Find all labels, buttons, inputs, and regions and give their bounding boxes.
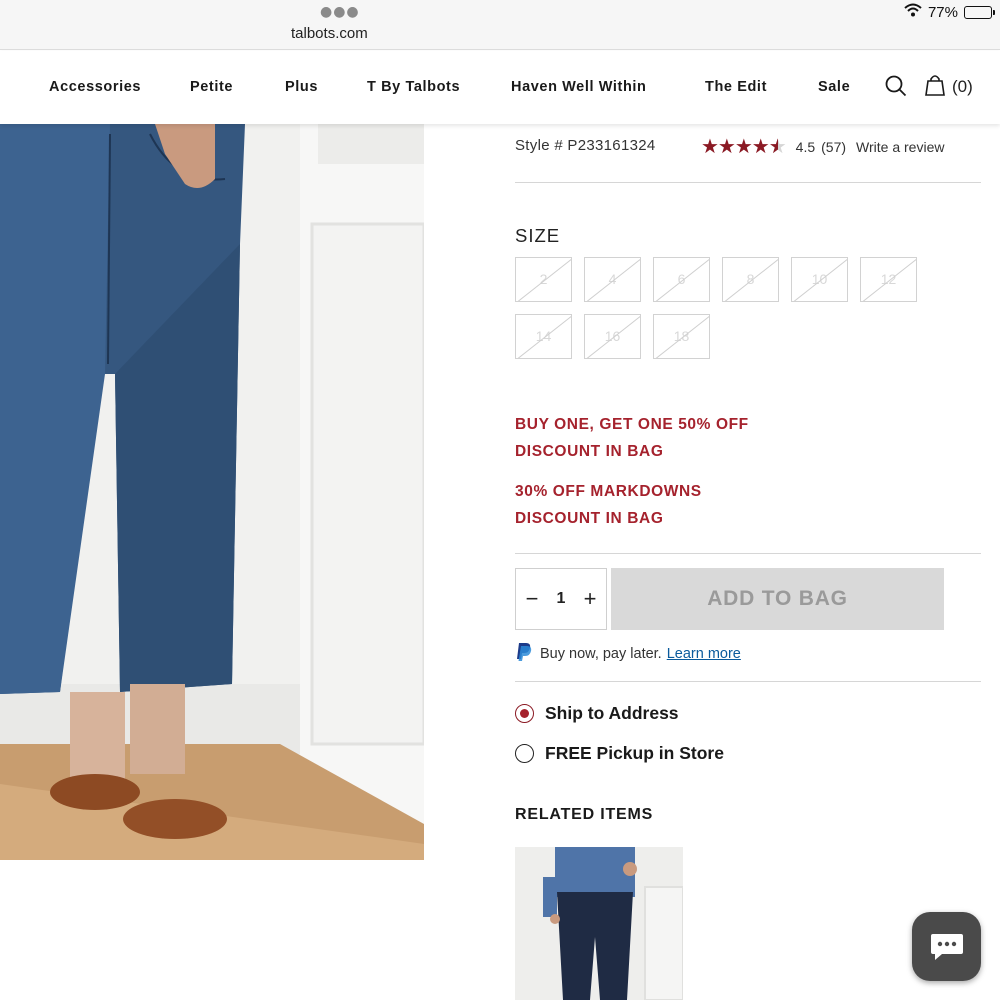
- shopping-bag-icon[interactable]: [923, 73, 947, 101]
- size-option-4[interactable]: 4: [584, 257, 641, 302]
- battery-percent: 77%: [927, 3, 958, 21]
- nav-item-haven-well-within[interactable]: Haven Well Within: [511, 79, 646, 95]
- nav-item-accessories[interactable]: Accessories: [49, 79, 141, 95]
- pickup-in-store-option[interactable]: FREE Pickup in Store: [515, 743, 724, 764]
- status-bar: 77%: [904, 3, 995, 21]
- promo-line: DISCOUNT IN BAG: [515, 510, 664, 527]
- size-option-16[interactable]: 16: [584, 314, 641, 359]
- nav-item-petite[interactable]: Petite: [190, 79, 233, 95]
- quantity-stepper: − 1 +: [515, 568, 607, 630]
- promo-bogo: BUY ONE, GET ONE 50% OFF DISCOUNT IN BAG: [515, 411, 749, 465]
- promo-line: DISCOUNT IN BAG: [515, 443, 664, 460]
- rating-summary: ★★★★★ ★ 4.5 (57) Write a review: [701, 134, 944, 159]
- learn-more-link[interactable]: Learn more: [667, 646, 741, 662]
- size-option-12[interactable]: 12: [860, 257, 917, 302]
- product-photo-jeans: [0, 124, 424, 860]
- style-number: Style # P233161324: [515, 137, 656, 154]
- address-bar-url[interactable]: talbots.com: [291, 25, 368, 42]
- promo-line: 30% OFF MARKDOWNS: [515, 483, 702, 500]
- chat-button[interactable]: [912, 912, 981, 981]
- divider: [515, 681, 981, 682]
- unavailable-slash: [724, 258, 778, 301]
- unavailable-slash: [586, 258, 640, 301]
- decrease-quantity-button[interactable]: −: [524, 586, 540, 612]
- size-option-10[interactable]: 10: [791, 257, 848, 302]
- battery-icon: [964, 5, 995, 19]
- ship-to-address-radio[interactable]: [515, 704, 534, 723]
- paypal-text: Buy now, pay later.: [540, 646, 662, 662]
- related-items-title: RELATED ITEMS: [515, 806, 654, 823]
- related-item-thumbnail[interactable]: [515, 847, 683, 1000]
- related-item-photo: [515, 847, 683, 1000]
- wifi-icon: [904, 3, 922, 21]
- paypal-icon: [515, 642, 532, 666]
- unavailable-slash: [793, 258, 847, 301]
- unavailable-slash: [655, 258, 709, 301]
- star-rating-icon[interactable]: ★★★★★ ★: [701, 134, 787, 159]
- pickup-in-store-label: FREE Pickup in Store: [545, 743, 724, 763]
- paypal-banner: Buy now, pay later. Learn more: [515, 642, 741, 666]
- chat-icon: [930, 933, 963, 960]
- increase-quantity-button[interactable]: +: [582, 586, 598, 612]
- ship-to-address-option[interactable]: Ship to Address: [515, 703, 679, 724]
- add-to-bag-button[interactable]: ADD TO BAG: [611, 568, 944, 630]
- promo-line: BUY ONE, GET ONE 50% OFF: [515, 416, 749, 433]
- size-option-6[interactable]: 6: [653, 257, 710, 302]
- bag-count[interactable]: (0): [952, 77, 973, 97]
- unavailable-slash: [862, 258, 916, 301]
- unavailable-slash: [655, 315, 709, 358]
- size-option-18[interactable]: 18: [653, 314, 710, 359]
- nav-item-plus[interactable]: Plus: [285, 79, 318, 95]
- tab-handle-icon[interactable]: ●●●: [320, 4, 360, 20]
- size-option-14[interactable]: 14: [515, 314, 572, 359]
- size-label: SIZE: [515, 225, 561, 246]
- product-image[interactable]: [0, 124, 424, 860]
- browser-chrome: ●●● talbots.com 77%: [0, 0, 1000, 50]
- size-option-8[interactable]: 8: [722, 257, 779, 302]
- nav-item-t-by-talbots[interactable]: T By Talbots: [367, 79, 460, 95]
- ship-to-address-label: Ship to Address: [545, 703, 679, 723]
- divider: [515, 182, 981, 183]
- rating-value: 4.5: [795, 138, 816, 155]
- unavailable-slash: [517, 258, 571, 301]
- write-review-link[interactable]: Write a review: [856, 139, 944, 155]
- promo-markdowns: 30% OFF MARKDOWNS DISCOUNT IN BAG: [515, 478, 702, 532]
- nav-item-sale[interactable]: Sale: [818, 79, 850, 95]
- main-nav: Accessories Petite Plus T By Talbots Hav…: [0, 51, 1000, 124]
- divider: [515, 553, 981, 554]
- search-icon[interactable]: [885, 75, 907, 101]
- nav-item-the-edit[interactable]: The Edit: [705, 79, 767, 95]
- unavailable-slash: [586, 315, 640, 358]
- quantity-value[interactable]: 1: [557, 590, 566, 608]
- unavailable-slash: [517, 315, 571, 358]
- rating-count[interactable]: (57): [821, 139, 846, 155]
- pickup-in-store-radio[interactable]: [515, 744, 534, 763]
- size-option-2[interactable]: 2: [515, 257, 572, 302]
